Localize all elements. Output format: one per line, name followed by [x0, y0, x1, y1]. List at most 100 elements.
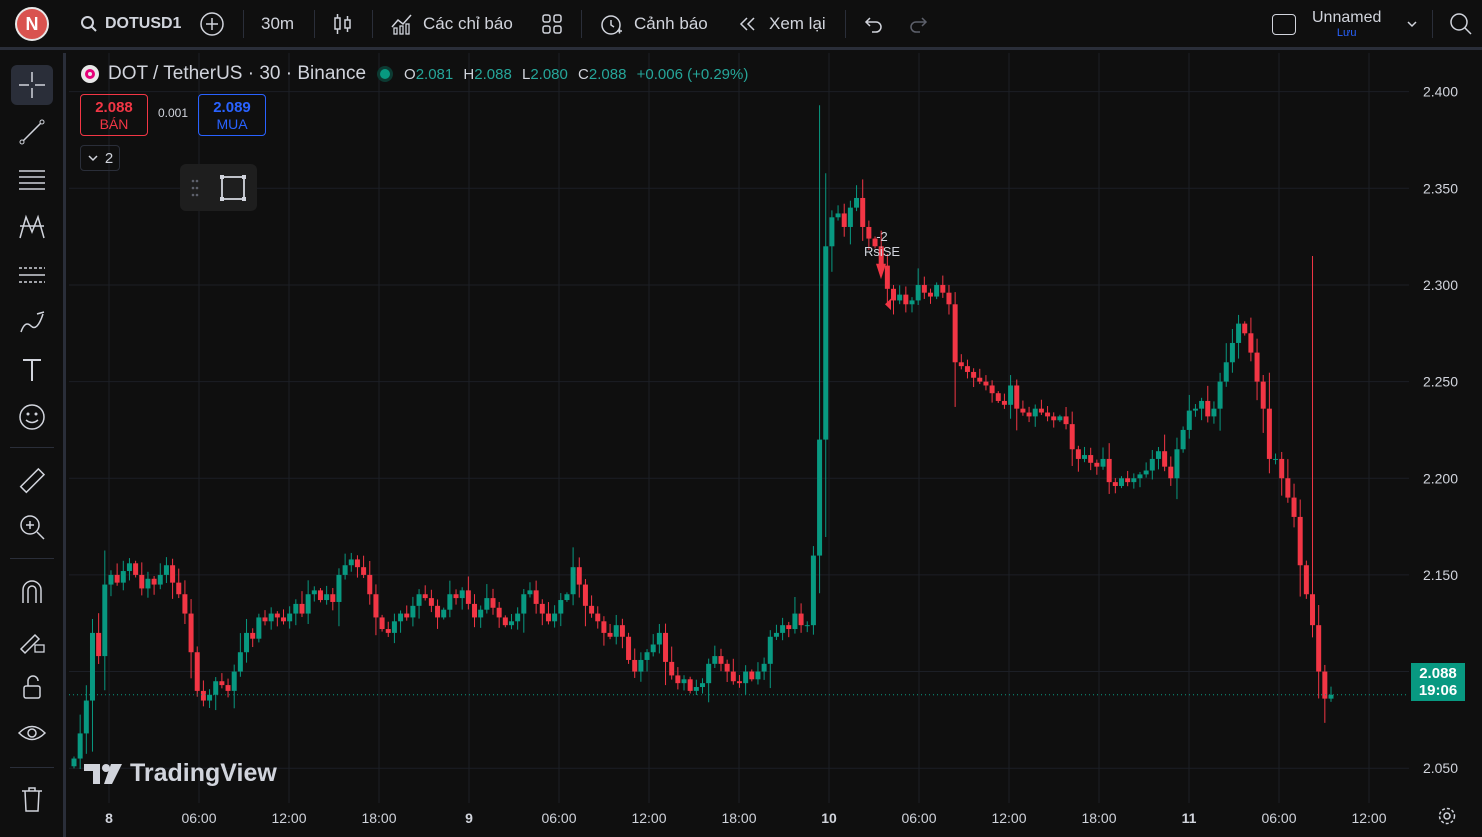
candle-body	[638, 659, 644, 672]
y-tick-label: 2.350	[1423, 180, 1458, 196]
candle-body	[398, 613, 404, 622]
candle-body	[342, 565, 348, 575]
visibility-tool[interactable]	[11, 713, 53, 753]
templates-button[interactable]	[540, 0, 564, 48]
candle-body	[163, 565, 169, 575]
indicators-collapse-button[interactable]: 2	[80, 145, 120, 171]
tradingview-logo-icon	[84, 763, 122, 784]
buy-button[interactable]: 2.089 MUA	[198, 94, 266, 136]
candle-body	[484, 598, 490, 610]
candle-body	[1242, 323, 1248, 334]
text-tool[interactable]	[11, 350, 53, 390]
candle-body	[465, 590, 471, 604]
x-tick-label: 06:00	[541, 810, 576, 826]
candle-body	[903, 294, 909, 305]
pattern-tool[interactable]	[11, 207, 53, 247]
emoji-tool[interactable]	[11, 397, 53, 437]
candle-body	[706, 663, 712, 684]
y-tick-label: 2.400	[1423, 84, 1458, 100]
chart-type-button[interactable]	[331, 0, 355, 48]
quick-search-button[interactable]	[1448, 0, 1474, 48]
candle-body	[126, 563, 132, 572]
user-avatar[interactable]: N	[15, 7, 49, 41]
layout-checkbox[interactable]	[1272, 0, 1296, 48]
lock-tool[interactable]	[11, 667, 53, 707]
chart-settings-button[interactable]	[1437, 806, 1457, 831]
indicators-button[interactable]: Các chỉ báo	[390, 0, 513, 48]
brush-tool[interactable]	[11, 303, 53, 343]
candle-body	[77, 733, 83, 759]
delete-tool[interactable]	[11, 779, 53, 819]
candle-body	[1094, 462, 1100, 467]
price-chart[interactable]: 2.4002.3502.3002.2502.2002.1502.1002.050…	[69, 53, 1482, 837]
candle-body	[1260, 381, 1266, 409]
candle-body	[545, 613, 551, 622]
x-tick-label: 11	[1182, 810, 1197, 826]
forecast-tool[interactable]	[11, 255, 53, 295]
candle-body	[669, 661, 675, 676]
candle-body	[804, 625, 810, 627]
candle-body	[453, 594, 459, 599]
candle-body	[582, 584, 588, 606]
candle-body	[817, 439, 823, 556]
candle-body	[687, 679, 693, 691]
layout-dropdown[interactable]	[1405, 0, 1419, 48]
trendline-tool[interactable]	[11, 112, 53, 152]
floating-toolbar	[180, 164, 257, 211]
candle-body	[589, 605, 595, 614]
magnet-tool[interactable]	[11, 572, 53, 612]
crosshair-tool[interactable]	[11, 65, 53, 105]
y-tick-label: 2.150	[1423, 567, 1458, 583]
candle-body	[1285, 478, 1291, 498]
candle-body	[958, 362, 964, 367]
candle-body	[1266, 408, 1272, 459]
candle-body	[96, 632, 102, 657]
candle-body	[422, 594, 428, 599]
candle-body	[1236, 323, 1242, 343]
symbol-search-button[interactable]: DOTUSD1	[80, 0, 181, 48]
candle-body	[527, 590, 533, 595]
replay-button[interactable]: Xem lại	[737, 0, 826, 48]
candle-body	[262, 617, 268, 622]
candle-body	[1316, 625, 1322, 672]
pencil-lock-icon	[19, 633, 45, 655]
candle-body	[718, 656, 724, 664]
undo-button[interactable]	[862, 0, 884, 48]
candle-body	[89, 632, 95, 701]
candle-body	[256, 617, 262, 639]
symbol-title[interactable]: DOT / TetherUS · 30 · Binance	[108, 63, 366, 85]
candle-body	[1168, 466, 1174, 479]
keep-drawing-tool[interactable]	[11, 620, 53, 660]
candle-body	[564, 594, 570, 601]
alerts-button[interactable]: Cảnh báo	[598, 0, 708, 48]
forecast-icon	[19, 267, 45, 283]
fib-tool[interactable]	[11, 160, 53, 200]
candle-body	[194, 652, 200, 691]
chart-pane[interactable]: 2.4002.3502.3002.2502.2002.1502.1002.050…	[69, 53, 1482, 837]
interval-button[interactable]: 30m	[261, 0, 294, 48]
measure-tool[interactable]	[11, 461, 53, 501]
candle-body	[1186, 410, 1192, 430]
layout-name: Unnamed	[1312, 9, 1382, 26]
candle-body	[71, 758, 77, 767]
candle-body	[847, 207, 853, 227]
drag-handle-icon[interactable]	[190, 178, 200, 198]
y-tick-label: 2.050	[1423, 760, 1458, 776]
indicators-label: Các chỉ báo	[423, 14, 513, 33]
redo-button[interactable]	[908, 0, 930, 48]
x-tick-label: 9	[465, 810, 473, 826]
candle-body	[120, 571, 126, 583]
candle-body	[139, 574, 145, 589]
candle-body	[1063, 416, 1069, 425]
rectangle-select-icon[interactable]	[218, 173, 248, 203]
candle-body	[373, 594, 379, 618]
candle-body	[305, 594, 311, 614]
compare-button[interactable]	[199, 0, 225, 48]
candle-body	[1038, 408, 1044, 413]
candle-body	[151, 578, 157, 585]
layout-name-button[interactable]: Unnamed Lưu	[1312, 0, 1381, 48]
x-tick-label: 06:00	[901, 810, 936, 826]
sell-button[interactable]: 2.088 BÁN	[80, 94, 148, 136]
zoom-tool[interactable]	[11, 507, 53, 547]
candle-body	[773, 632, 779, 637]
